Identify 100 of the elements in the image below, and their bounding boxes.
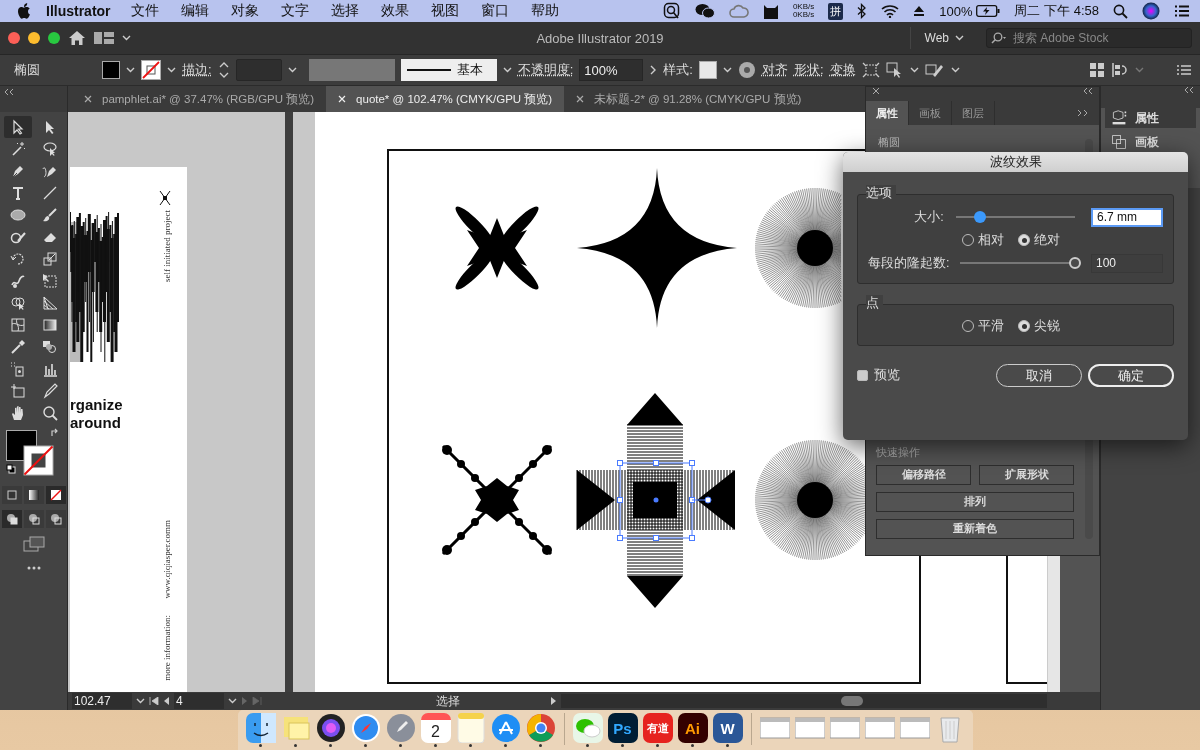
stroke-label[interactable]: 描边:: [182, 61, 212, 79]
draw-inside-button[interactable]: [45, 510, 66, 528]
slider-thumb[interactable]: [973, 211, 986, 223]
menu-item[interactable]: 编辑: [180, 2, 209, 20]
illustrator-icon[interactable]: Ai: [677, 713, 708, 743]
quick-action-button[interactable]: 扩展形状: [979, 465, 1074, 485]
swap-arrow-icon[interactable]: [49, 428, 60, 438]
close-button[interactable]: [8, 32, 20, 44]
menu-item[interactable]: 选择: [330, 2, 359, 20]
dictionary-app-icon[interactable]: 有道: [642, 713, 673, 743]
size-input-field[interactable]: 6.7 mm: [1091, 207, 1163, 227]
caret-icon[interactable]: [136, 698, 145, 704]
cancel-button[interactable]: 取消: [996, 364, 1082, 387]
bluetooth-icon[interactable]: [857, 3, 868, 19]
browser-ring-icon[interactable]: [525, 713, 556, 743]
collapse-panel-icon[interactable]: [4, 88, 14, 96]
cloud-icon[interactable]: [728, 4, 749, 18]
chevron-right-icon[interactable]: [649, 65, 658, 75]
stock-search-field[interactable]: 搜索 Adobe Stock: [986, 28, 1192, 48]
panel-menu-icon[interactable]: [1176, 64, 1192, 76]
panel-tab[interactable]: 属性: [866, 101, 909, 125]
previous-artboard-icon[interactable]: [163, 697, 170, 705]
app-menu[interactable]: Illustrator: [46, 3, 111, 19]
caret-icon[interactable]: [167, 67, 176, 73]
draw-behind-button[interactable]: [23, 510, 44, 528]
none-mode-button[interactable]: [45, 486, 66, 504]
arrange-grid-icon[interactable]: [1089, 62, 1105, 78]
menu-item[interactable]: 文件: [130, 2, 159, 20]
wifi-icon[interactable]: [881, 4, 900, 18]
screen-mode-icon[interactable]: [22, 536, 45, 552]
zoom-button[interactable]: [48, 32, 60, 44]
menu-bar-clock[interactable]: 周二 下午 4:58: [1014, 2, 1099, 20]
quick-action-button[interactable]: 重新着色: [876, 519, 1074, 539]
artboard-number-field[interactable]: 4: [174, 693, 224, 709]
brush-definition-dropdown[interactable]: 基本: [400, 59, 497, 81]
radio-option[interactable]: 平滑: [962, 317, 1004, 335]
selection-tool-button[interactable]: [3, 116, 32, 138]
caret-icon[interactable]: [722, 67, 732, 73]
close-icon[interactable]: [872, 87, 880, 95]
fill-swatch[interactable]: [102, 61, 120, 79]
align-link[interactable]: 对齐: [761, 61, 788, 79]
photoshop-icon[interactable]: Ps: [607, 713, 638, 743]
zoom-level-field[interactable]: 102.47: [72, 693, 132, 709]
bounding-box-icon[interactable]: [861, 62, 880, 78]
color-mode-button[interactable]: [1, 486, 22, 504]
ok-button[interactable]: 确定: [1088, 364, 1174, 387]
home-icon[interactable]: [68, 30, 86, 46]
battery-icon[interactable]: [976, 5, 1001, 17]
caret-icon[interactable]: [228, 698, 237, 704]
fill-and-stroke-swatches[interactable]: [5, 430, 54, 476]
caret-icon[interactable]: [909, 67, 919, 73]
caret-icon[interactable]: [122, 35, 131, 41]
quick-action-button[interactable]: 偏移路径: [876, 465, 971, 485]
recolor-wheel-icon[interactable]: [737, 61, 756, 79]
menu-item[interactable]: 窗口: [480, 2, 509, 20]
menu-item[interactable]: 对象: [230, 2, 259, 20]
caret-icon[interactable]: [950, 67, 960, 73]
gradient-mode-button[interactable]: [23, 486, 44, 504]
menu-item[interactable]: 效果: [380, 2, 409, 20]
menu-item[interactable]: 帮助: [530, 2, 559, 20]
collapse-panel-icon[interactable]: [1184, 86, 1194, 94]
quick-action-button[interactable]: 排列: [876, 492, 1074, 512]
opacity-field[interactable]: 100%: [579, 59, 644, 81]
more-tools-icon[interactable]: [26, 566, 41, 570]
radio-option[interactable]: 尖锐: [1018, 317, 1060, 335]
panel-dock-item[interactable]: 属性: [1105, 108, 1196, 128]
first-artboard-icon[interactable]: [149, 697, 159, 705]
document-tab[interactable]: quote* @ 102.47% (CMYK/GPU 预览): [326, 86, 565, 112]
input-method-indicator[interactable]: 拼: [828, 2, 844, 20]
preview-checkbox[interactable]: 预览: [857, 367, 900, 384]
draw-normal-button[interactable]: [1, 510, 22, 528]
graphic-style-swatch[interactable]: [698, 61, 717, 79]
panel-dock-item[interactable]: 画板: [1105, 132, 1196, 152]
word-icon[interactable]: W: [712, 713, 743, 743]
horizontal-scrollbar[interactable]: [561, 694, 1047, 708]
default-colors-icon[interactable]: [5, 464, 16, 474]
stroke-none-swatch[interactable]: [141, 60, 161, 80]
compass-icon[interactable]: [350, 713, 381, 743]
workspace-layout-icon[interactable]: [94, 31, 114, 45]
opacity-label[interactable]: 不透明度:: [517, 61, 574, 79]
selection-bounding-box[interactable]: [617, 460, 712, 541]
radio-option[interactable]: 相对: [962, 231, 1004, 249]
transform-link[interactable]: 变换: [829, 61, 856, 79]
close-icon[interactable]: [84, 95, 92, 103]
workspace-switcher[interactable]: Web: [924, 31, 949, 45]
panel-menu-icon[interactable]: [1077, 109, 1089, 117]
status-menu-arrow-icon[interactable]: [550, 697, 557, 705]
current-tool-status[interactable]: 选择: [436, 692, 546, 710]
distribute-icon[interactable]: [1111, 62, 1129, 78]
caret-icon[interactable]: [126, 67, 135, 73]
minimize-button[interactable]: [28, 32, 40, 44]
ridges-input-field[interactable]: 100: [1091, 253, 1163, 273]
search-bubble-icon[interactable]: [662, 2, 681, 20]
close-icon[interactable]: [576, 95, 585, 103]
eject-icon[interactable]: [913, 5, 926, 17]
list-icon[interactable]: [1174, 5, 1190, 17]
collapse-panel-icon[interactable]: [1083, 87, 1093, 95]
apple-icon[interactable]: [18, 3, 32, 19]
caret-icon[interactable]: [502, 67, 512, 73]
radio-option[interactable]: 绝对: [1018, 231, 1060, 249]
